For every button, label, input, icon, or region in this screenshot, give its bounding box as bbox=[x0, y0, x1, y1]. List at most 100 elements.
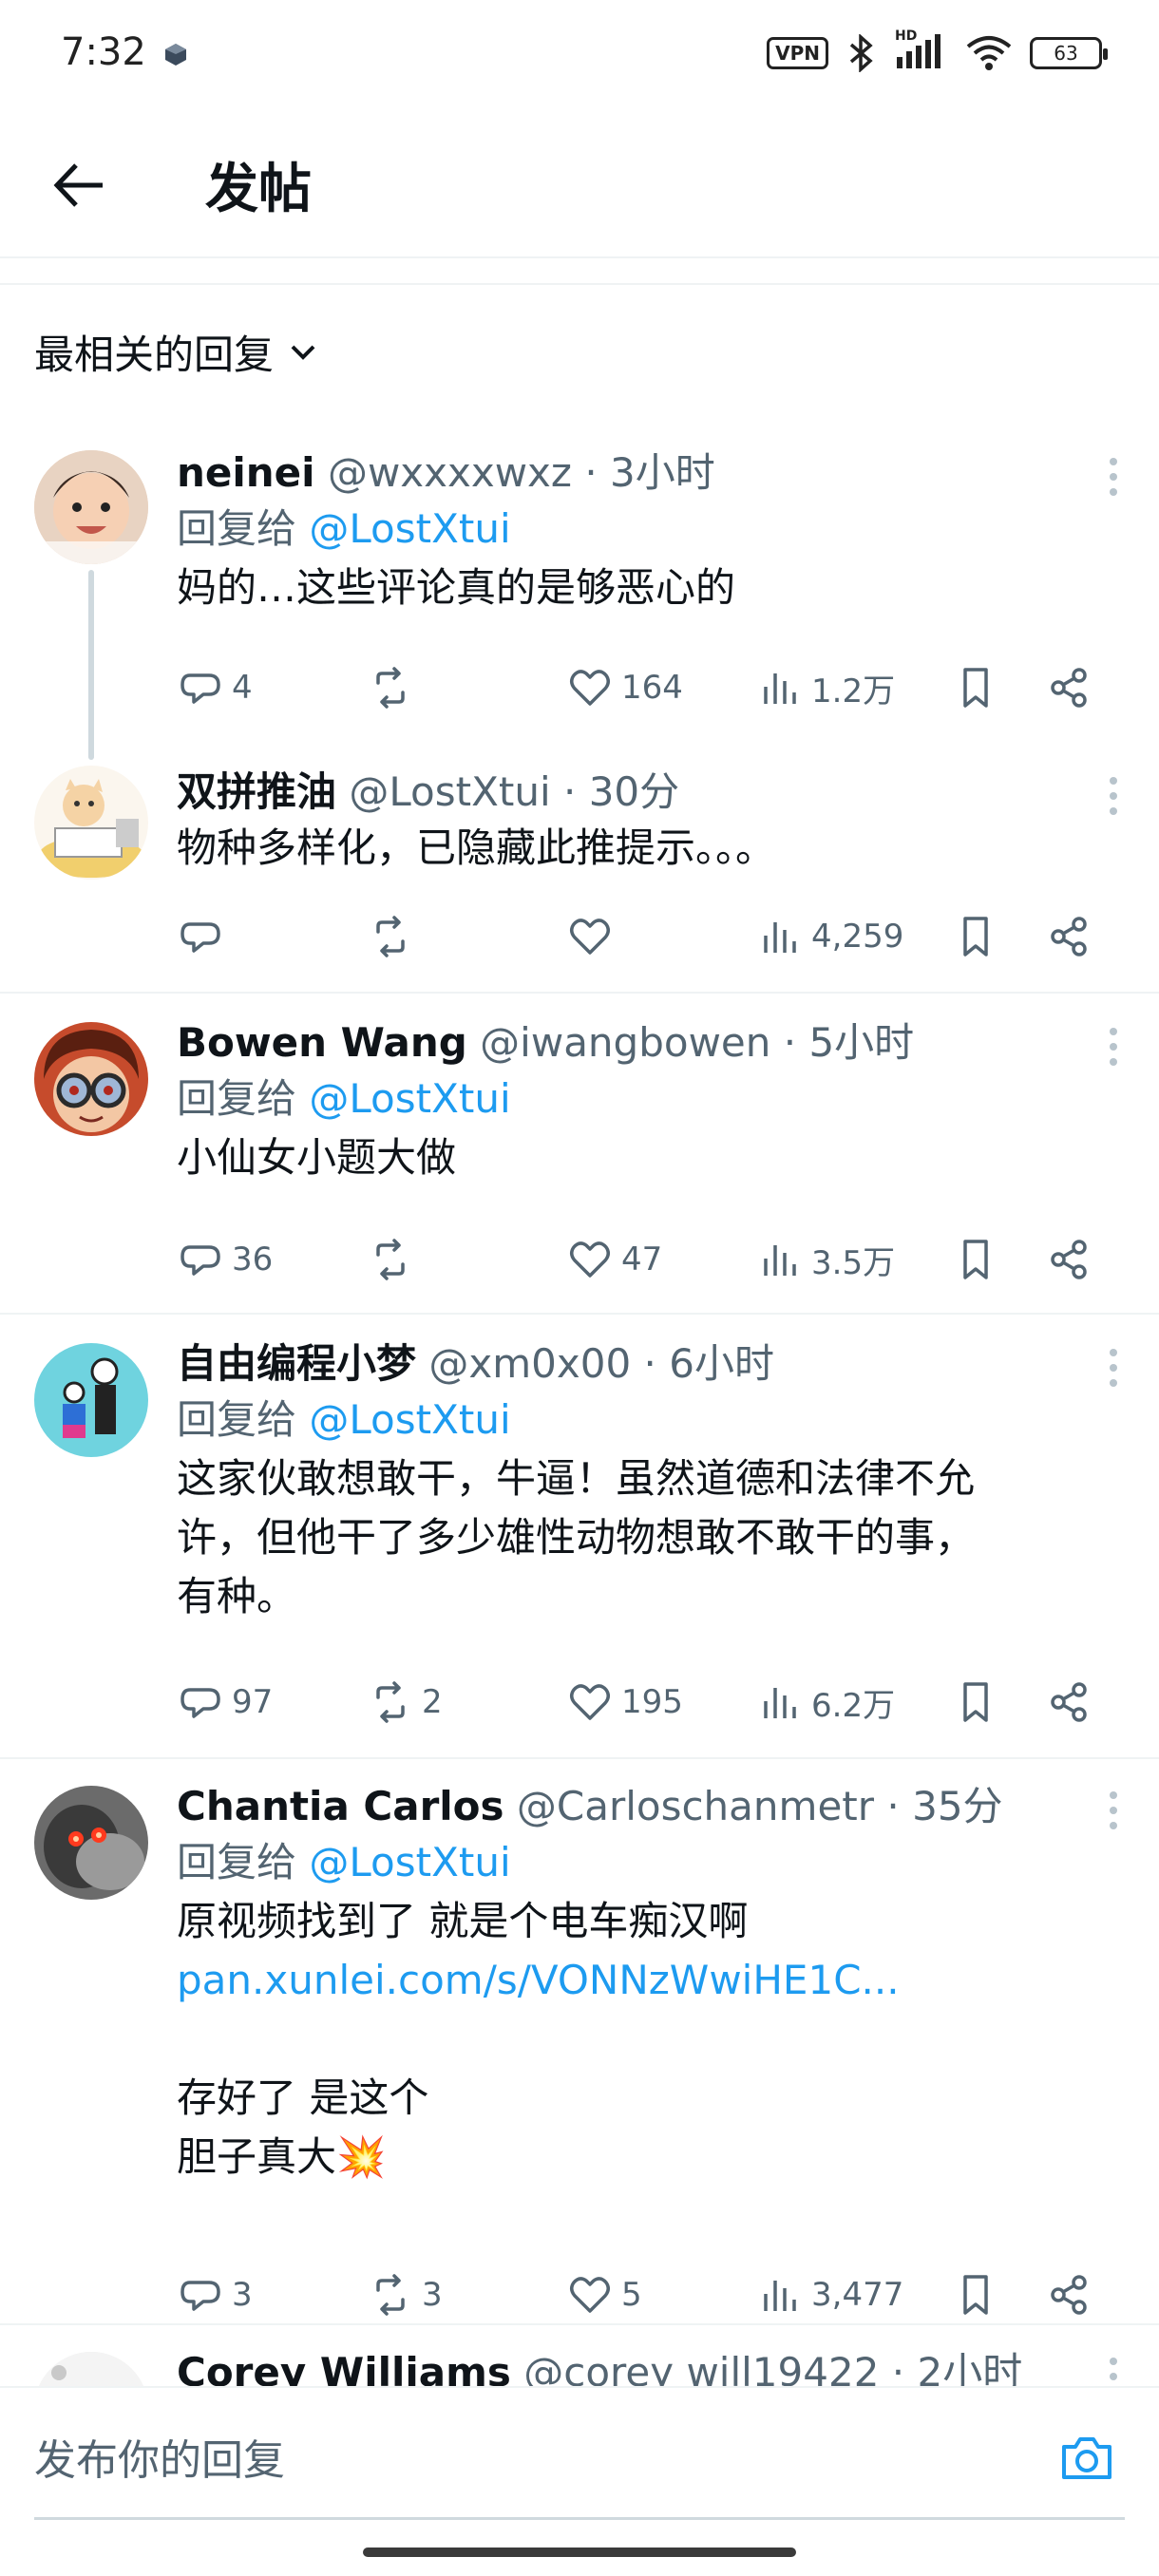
reply-button[interactable]: 36 bbox=[177, 1231, 273, 1288]
display-name[interactable]: Corey Williams bbox=[177, 2349, 511, 2386]
avatar[interactable] bbox=[34, 1786, 148, 1900]
retweet-icon bbox=[376, 1239, 405, 1280]
divider bbox=[0, 992, 1159, 994]
replying-to: 回复给 @LostXtui bbox=[177, 1070, 1102, 1128]
avatar[interactable] bbox=[34, 2352, 148, 2386]
display-name[interactable]: Bowen Wang bbox=[177, 1019, 467, 1066]
views-button[interactable]: 3.5万 bbox=[756, 1231, 895, 1288]
more-options-icon[interactable] bbox=[1104, 775, 1123, 817]
views-button[interactable]: 4,259 bbox=[756, 908, 903, 965]
mention-link[interactable]: @LostXtui bbox=[309, 505, 510, 552]
bookmark-button[interactable] bbox=[952, 2266, 999, 2323]
tweet-text: 小仙女小题大做 bbox=[177, 1134, 457, 1181]
reply-input[interactable]: 发布你的回复 bbox=[34, 2426, 285, 2487]
camera-icon[interactable] bbox=[1058, 2430, 1115, 2487]
bookmark-icon bbox=[963, 1240, 988, 1279]
like-count: 5 bbox=[621, 2276, 642, 2314]
like-icon bbox=[570, 2277, 610, 2313]
share-button[interactable] bbox=[1045, 659, 1092, 716]
avatar[interactable] bbox=[34, 766, 148, 880]
views-count: 3.5万 bbox=[811, 1243, 896, 1282]
share-button[interactable] bbox=[1045, 1674, 1092, 1731]
timestamp[interactable]: 3小时 bbox=[610, 449, 715, 496]
display-name[interactable]: neinei bbox=[177, 449, 315, 496]
mention-link[interactable]: @LostXtui bbox=[309, 1396, 510, 1443]
avatar[interactable] bbox=[34, 1022, 148, 1136]
views-count: 4,259 bbox=[811, 918, 904, 956]
avatar[interactable] bbox=[34, 1343, 148, 1457]
display-name[interactable]: 自由编程小梦 bbox=[177, 1340, 416, 1387]
display-name[interactable]: 双拼推油 bbox=[177, 768, 336, 815]
replying-to-label: 回复给 bbox=[177, 1396, 297, 1443]
retweet-button[interactable] bbox=[367, 908, 422, 965]
user-handle[interactable]: @corey will19422 bbox=[523, 2349, 879, 2386]
tweet-link[interactable]: pan.xunlei.com/s/VONNzWwiHE1C... bbox=[177, 1957, 900, 2003]
retweet-button[interactable] bbox=[367, 659, 422, 716]
more-options-icon[interactable] bbox=[1104, 1790, 1123, 1831]
reply-sort-dropdown[interactable]: 最相关的回复 bbox=[34, 323, 319, 381]
share-icon bbox=[1051, 2275, 1087, 2315]
user-handle[interactable]: @Carloschanmetr bbox=[517, 1783, 874, 1829]
bookmark-button[interactable] bbox=[952, 1674, 999, 1731]
like-button[interactable]: 195 bbox=[566, 1674, 683, 1731]
timestamp[interactable]: 6小时 bbox=[669, 1340, 774, 1387]
input-underline bbox=[34, 2517, 1125, 2520]
replying-to-label: 回复给 bbox=[177, 505, 297, 552]
share-icon bbox=[1051, 668, 1087, 708]
share-icon bbox=[1051, 917, 1087, 957]
divider bbox=[0, 283, 1159, 285]
reply-button[interactable] bbox=[177, 908, 232, 965]
display-name[interactable]: Chantia Carlos bbox=[177, 1783, 504, 1829]
timestamp[interactable]: 2小时 bbox=[917, 2349, 1022, 2386]
mention-link[interactable]: @LostXtui bbox=[309, 1839, 510, 1885]
share-icon bbox=[1051, 1682, 1087, 1722]
reply-button[interactable]: 97 bbox=[177, 1674, 273, 1731]
mention-link[interactable]: @LostXtui bbox=[309, 1075, 510, 1122]
bookmark-button[interactable] bbox=[952, 908, 999, 965]
retweet-button[interactable] bbox=[367, 1231, 422, 1288]
retweet-button[interactable]: 3 bbox=[367, 2266, 443, 2323]
back-arrow-icon[interactable] bbox=[48, 152, 114, 218]
reply-count: 97 bbox=[232, 1683, 274, 1721]
separator-dot: · bbox=[879, 2349, 918, 2386]
reply-button[interactable]: 4 bbox=[177, 659, 253, 716]
bookmark-button[interactable] bbox=[952, 1231, 999, 1288]
share-button[interactable] bbox=[1045, 1231, 1092, 1288]
views-button[interactable]: 1.2万 bbox=[756, 659, 895, 716]
views-button[interactable]: 6.2万 bbox=[756, 1674, 895, 1731]
like-button[interactable]: 47 bbox=[566, 1231, 662, 1288]
user-handle[interactable]: @iwangbowen bbox=[480, 1019, 770, 1066]
user-handle[interactable]: @wxxxxwxz bbox=[328, 449, 572, 496]
timestamp[interactable]: 35分 bbox=[912, 1783, 1002, 1829]
like-button[interactable]: 5 bbox=[566, 2266, 642, 2323]
replying-to-label: 回复给 bbox=[177, 1075, 297, 1122]
avatar[interactable] bbox=[34, 450, 148, 564]
home-indicator[interactable] bbox=[363, 2548, 796, 2557]
like-button[interactable]: 164 bbox=[566, 659, 683, 716]
more-options-icon[interactable] bbox=[1104, 1347, 1123, 1389]
views-button[interactable]: 3,477 bbox=[756, 2266, 903, 2323]
retweet-button[interactable]: 2 bbox=[367, 1674, 443, 1731]
share-button[interactable] bbox=[1045, 908, 1092, 965]
views-icon bbox=[764, 922, 796, 953]
reply-button[interactable]: 3 bbox=[177, 2266, 253, 2323]
more-options-icon[interactable] bbox=[1104, 2356, 1123, 2386]
tweet-actions: 4 164 1.2万 bbox=[177, 659, 1108, 716]
status-bar: 7:32 VPN HD 63 bbox=[0, 0, 1159, 114]
like-button[interactable] bbox=[566, 908, 621, 965]
tweet[interactable]: Corey Williams @corey will19422 · 2小时 bbox=[0, 2346, 1159, 2386]
replying-to: 回复给 @LostXtui bbox=[177, 500, 1102, 559]
share-button[interactable] bbox=[1045, 2266, 1092, 2323]
timestamp[interactable]: 30分 bbox=[589, 768, 679, 815]
user-handle[interactable]: @LostXtui bbox=[349, 768, 550, 815]
user-handle[interactable]: @xm0x00 bbox=[428, 1340, 631, 1387]
divider bbox=[0, 1313, 1159, 1315]
more-options-icon[interactable] bbox=[1104, 1026, 1123, 1068]
bookmark-icon bbox=[963, 1682, 988, 1722]
like-count: 47 bbox=[621, 1241, 663, 1279]
timestamp[interactable]: 5小时 bbox=[808, 1019, 914, 1066]
bookmark-button[interactable] bbox=[952, 659, 999, 716]
like-icon bbox=[570, 919, 610, 955]
more-options-icon[interactable] bbox=[1104, 456, 1123, 498]
reply-sort-label: 最相关的回复 bbox=[34, 331, 275, 378]
